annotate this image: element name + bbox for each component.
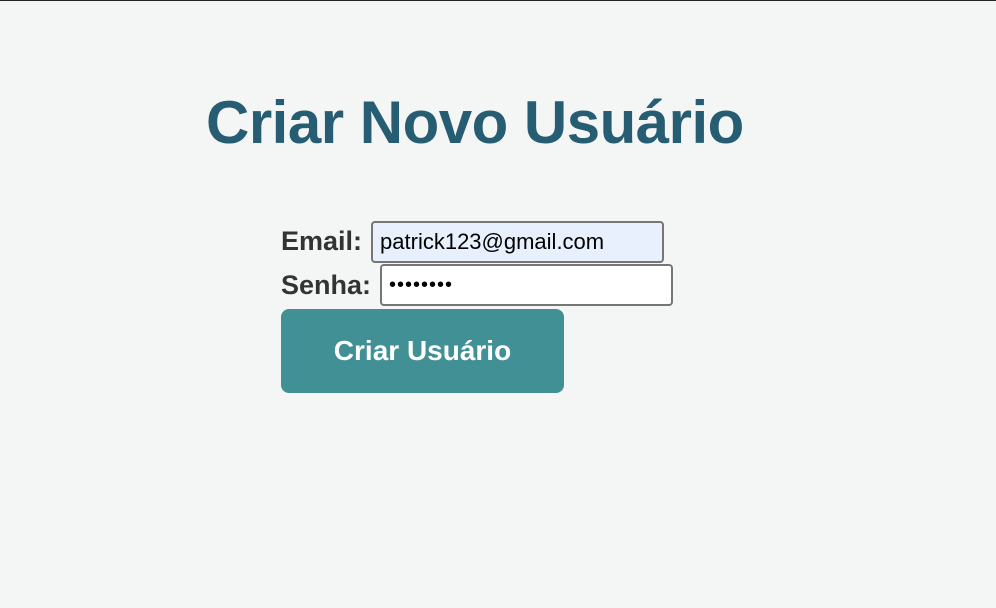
password-row: Senha:: [281, 263, 674, 307]
email-label: Email:: [281, 226, 363, 256]
email-field[interactable]: [371, 220, 665, 263]
page-title: Criar Novo Usuário: [206, 89, 744, 156]
create-user-form: Email: Senha: Criar Usuário: [281, 220, 674, 393]
password-label: Senha:: [281, 269, 372, 300]
password-field[interactable]: [380, 264, 674, 306]
email-row: Email:: [281, 220, 673, 263]
create-user-button[interactable]: Criar Usuário: [281, 309, 564, 393]
